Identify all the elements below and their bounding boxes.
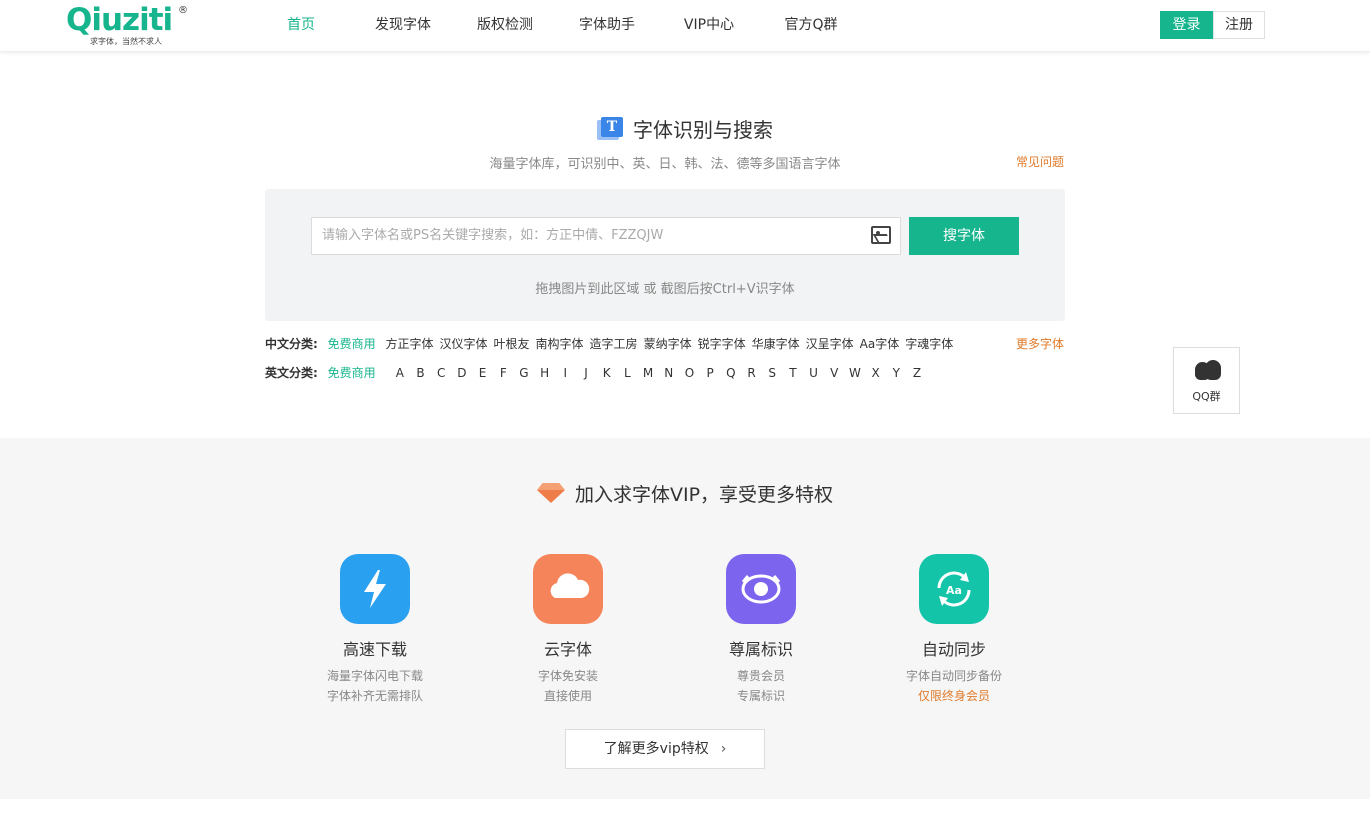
diamond-icon xyxy=(536,483,565,503)
search-font-button[interactable]: 搜字体 xyxy=(909,217,1019,255)
vip-feature-exclusive-badge: 尊属标识 尊贵会员 专属标识 xyxy=(676,554,846,706)
english-letter-link[interactable]: H xyxy=(534,366,555,380)
vip-feature-auto-sync: Aa 自动同步 字体自动同步备份 仅限终身会员 xyxy=(869,554,1039,706)
english-letter-link[interactable]: B xyxy=(410,366,431,380)
english-letter-link[interactable]: R xyxy=(741,366,762,380)
english-letter-link[interactable]: Z xyxy=(907,366,928,380)
qq-group-label: QQ群 xyxy=(1192,390,1221,403)
english-letter-link[interactable]: W xyxy=(845,366,866,380)
feature-desc: 字体自动同步备份 仅限终身会员 xyxy=(905,669,1002,703)
english-letter-link[interactable]: O xyxy=(679,366,700,380)
badge-icon xyxy=(726,554,796,624)
english-letter-link[interactable]: T xyxy=(783,366,804,380)
register-button[interactable]: 注册 xyxy=(1213,11,1265,39)
english-letter-link[interactable]: V xyxy=(824,366,845,380)
english-letter-link[interactable]: X xyxy=(865,366,886,380)
english-letter-link[interactable]: S xyxy=(762,366,783,380)
english-letter-link[interactable]: U xyxy=(803,366,824,380)
auth-buttons: 登录 注册 xyxy=(1160,11,1265,39)
chinese-category-row: 中文分类: 免费商用 方正字体 汉仪字体 叶根友 南构字体 造字工房 蒙纳字体 锐字字体 华康… xyxy=(265,335,959,352)
svg-text:Aa: Aa xyxy=(946,584,962,597)
english-letter-link[interactable]: L xyxy=(617,366,638,380)
faq-link[interactable]: 常见问题 xyxy=(1016,153,1064,170)
nav-item-home[interactable]: 首页 xyxy=(250,0,352,52)
feature-title: 尊属标识 xyxy=(728,640,793,659)
login-button[interactable]: 登录 xyxy=(1160,11,1213,39)
main-nav: 首页 发现字体 版权检测 字体助手 VIP中心 官方Q群 xyxy=(250,0,862,52)
drag-hint: 拖拽图片到此区域 或 截图后按Ctrl+V识字体 xyxy=(535,282,795,297)
vip-heading: 加入求字体VIP，享受更多特权 xyxy=(0,480,1370,507)
feature-desc: 字体免安装 直接使用 xyxy=(537,669,598,703)
search-dropzone[interactable]: 请输入字体名或PS名关键字搜索，如：方正中倩、FZZQJW 搜字体 拖拽图片到此… xyxy=(265,189,1065,321)
english-letter-link[interactable]: Y xyxy=(886,366,907,380)
qq-group-float-button[interactable]: QQ群 xyxy=(1173,347,1240,414)
english-letter-link[interactable]: A xyxy=(389,366,410,380)
cloud-icon xyxy=(533,554,603,624)
vip-title: 加入求字体VIP，享受更多特权 xyxy=(574,484,834,506)
english-letter-link[interactable]: Q xyxy=(720,366,741,380)
english-free-commercial-link[interactable]: 免费商用 xyxy=(328,366,376,380)
more-vip-privileges-button[interactable]: 了解更多vip特权 › xyxy=(565,729,765,769)
english-letter-link[interactable]: J xyxy=(576,366,597,380)
chinese-category-item[interactable]: 锐字字体 xyxy=(698,337,746,351)
nav-item-copyright-check[interactable]: 版权检测 xyxy=(454,0,556,52)
search-subtitle: 海量字体库，可识别中、英、日、韩、法、德等多国语言字体 xyxy=(489,157,841,172)
nav-item-vip-center[interactable]: VIP中心 xyxy=(658,0,760,52)
english-letter-link[interactable]: N xyxy=(658,366,679,380)
lightning-icon xyxy=(340,554,410,624)
feature-desc: 尊贵会员 专属标识 xyxy=(736,669,785,703)
english-letter-link[interactable]: C xyxy=(431,366,452,380)
chinese-category-item[interactable]: 造字工房 xyxy=(590,337,638,351)
chinese-category-item[interactable]: 叶根友 xyxy=(494,337,530,351)
nav-item-font-assistant[interactable]: 字体助手 xyxy=(556,0,658,52)
vip-feature-fast-download: 高速下载 海量字体闪电下载 字体补齐无需排队 xyxy=(290,554,460,706)
chinese-category-label: 中文分类: xyxy=(265,337,318,351)
vip-section: 加入求字体VIP，享受更多特权 高速下载 海量字体闪电下载 字体补齐无需排队 云… xyxy=(0,438,1370,799)
site-logo[interactable]: Qiuziti ® 求字体，当然不求人 xyxy=(66,2,190,48)
feature-desc: 海量字体闪电下载 字体补齐无需排队 xyxy=(326,669,423,703)
chinese-category-item[interactable]: 蒙纳字体 xyxy=(644,337,692,351)
search-input[interactable]: 请输入字体名或PS名关键字搜索，如：方正中倩、FZZQJW xyxy=(311,217,901,255)
english-letter-link[interactable]: G xyxy=(514,366,535,380)
logo-registered-mark: ® xyxy=(178,5,188,16)
font-t-icon: T xyxy=(597,117,623,141)
english-category-label: 英文分类: xyxy=(265,366,318,380)
chinese-category-item[interactable]: 汉仪字体 xyxy=(440,337,488,351)
chinese-category-item[interactable]: 方正字体 xyxy=(385,337,433,351)
english-letter-link[interactable]: D xyxy=(452,366,473,380)
feature-title: 自动同步 xyxy=(921,640,986,659)
english-letter-link[interactable]: M xyxy=(638,366,659,380)
english-category-row: 英文分类: 免费商用 ABCDEFGHIJKLMNOPQRSTUVWXYZ xyxy=(265,364,927,381)
english-letter-link[interactable]: F xyxy=(493,366,514,380)
nav-item-qq-group[interactable]: 官方Q群 xyxy=(760,0,862,52)
feature-title: 高速下载 xyxy=(342,640,407,659)
top-header: Qiuziti ® 求字体，当然不求人 首页 发现字体 版权检测 字体助手 VI… xyxy=(0,0,1370,52)
english-letter-link[interactable]: P xyxy=(700,366,721,380)
search-heading: T 字体识别与搜索 xyxy=(0,114,1370,143)
chinese-category-item[interactable]: Aa字体 xyxy=(860,337,900,351)
more-fonts-link[interactable]: 更多字体 xyxy=(1016,335,1064,352)
english-letter-link[interactable]: K xyxy=(596,366,617,380)
search-title: 字体识别与搜索 xyxy=(633,118,773,142)
sync-icon: Aa xyxy=(919,554,989,624)
chinese-category-item[interactable]: 南构字体 xyxy=(536,337,584,351)
more-vip-label: 了解更多vip特权 xyxy=(603,741,709,757)
chinese-category-item[interactable]: 字魂字体 xyxy=(905,337,953,351)
english-letter-link[interactable]: I xyxy=(555,366,576,380)
logo-tagline: 求字体，当然不求人 xyxy=(90,37,162,46)
chevron-right-icon: › xyxy=(720,741,727,757)
feature-title: 云字体 xyxy=(543,640,592,659)
vip-feature-cloud-font: 云字体 字体免安装 直接使用 xyxy=(483,554,653,706)
image-upload-icon[interactable] xyxy=(871,226,891,244)
english-letter-link[interactable]: E xyxy=(472,366,493,380)
chinese-category-item[interactable]: 汉呈字体 xyxy=(806,337,854,351)
logo-wordmark: Qiuziti xyxy=(66,2,173,38)
chinese-category-item[interactable]: 华康字体 xyxy=(752,337,800,351)
chinese-free-commercial-link[interactable]: 免费商用 xyxy=(328,337,376,351)
qq-icon xyxy=(1195,360,1221,382)
nav-item-discover[interactable]: 发现字体 xyxy=(352,0,454,52)
